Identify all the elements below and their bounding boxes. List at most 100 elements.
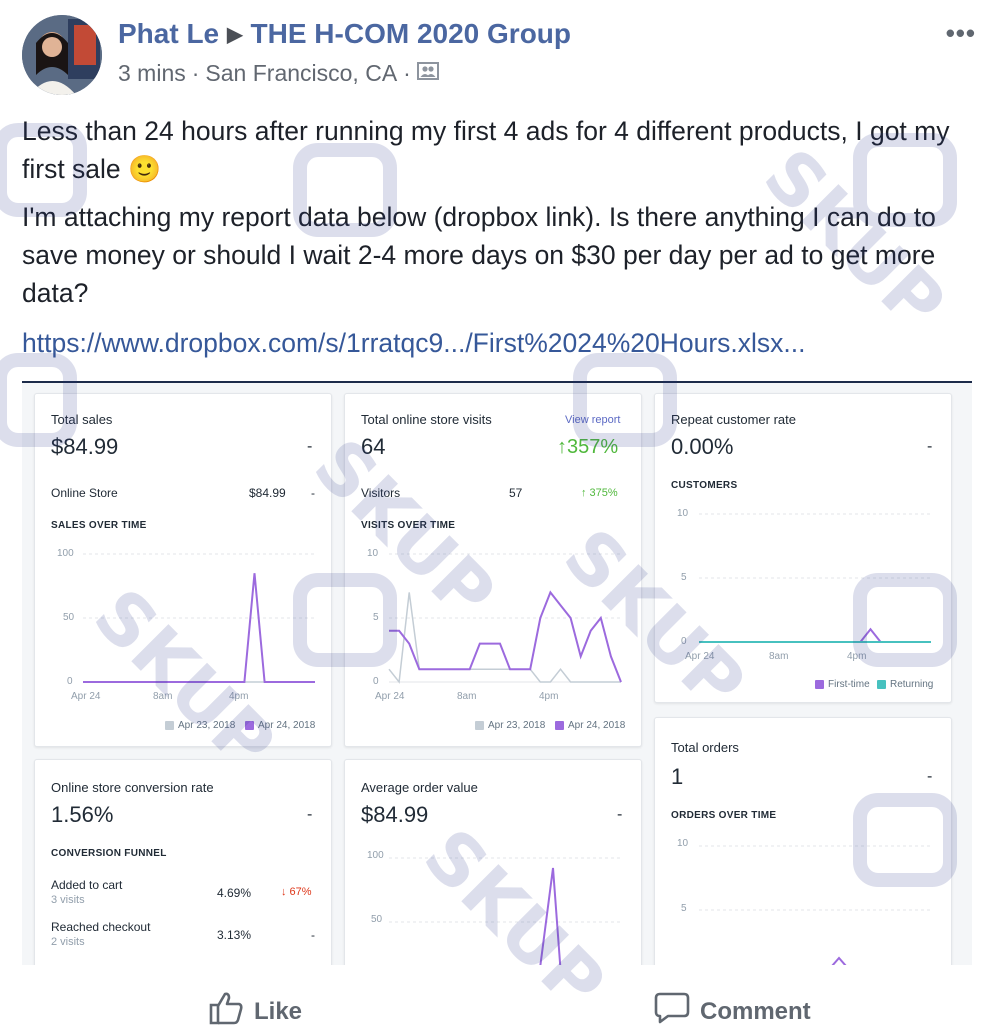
orders-chart	[699, 845, 931, 965]
dropbox-link[interactable]: https://www.dropbox.com/s/1rratqc9.../Fi…	[22, 328, 806, 359]
card-title: Total orders	[671, 740, 739, 755]
customers-chart	[699, 513, 931, 643]
visits-card: Total online store visits View report 64…	[344, 393, 642, 747]
section-label: VISITS OVER TIME	[361, 520, 456, 531]
funnel-label: Added to cart	[51, 878, 123, 892]
legend-returning: Returning	[877, 679, 933, 690]
comment-label: Comment	[700, 997, 811, 1025]
x-tick: 4pm	[539, 691, 559, 702]
view-report-link[interactable]: View report	[565, 414, 620, 426]
row-label: Visitors	[361, 486, 401, 500]
card-value: $84.99	[361, 802, 429, 827]
series-line-first-time	[699, 627, 931, 643]
caret-right-icon: ▶	[227, 23, 243, 46]
legend-prev: Apr 23, 2018	[475, 720, 545, 731]
card-title: Online store conversion rate	[51, 780, 214, 795]
funnel-label: Reached checkout	[51, 920, 151, 934]
card-title: Average order value	[361, 780, 478, 795]
card-dash: -	[617, 806, 623, 823]
section-label: ORDERS OVER TIME	[671, 810, 777, 821]
post-header-title: Phat Le ▶ THE H-COM 2020 Group	[118, 18, 571, 50]
post-body: Less than 24 hours after running my firs…	[22, 112, 972, 322]
legend-first-time: First-time	[815, 679, 870, 690]
conversion-rate-card: Online store conversion rate 1.56% - CON…	[34, 759, 332, 965]
aov-line	[539, 867, 562, 965]
row-dash: -	[311, 486, 315, 500]
group-audience-icon	[416, 60, 439, 87]
card-value: 1.56%	[51, 802, 114, 827]
group-name[interactable]: THE H-COM 2020 Group	[251, 18, 571, 50]
row-value: 57	[509, 486, 523, 500]
funnel-sub: 2 visits	[51, 936, 85, 948]
post-paragraph-1: Less than 24 hours after running my firs…	[22, 116, 950, 184]
funnel-value: 4.69%	[217, 886, 252, 900]
row-value: $84.99	[249, 486, 286, 500]
post-actions: Like Comment	[0, 965, 988, 1036]
y-tick: 50	[371, 914, 383, 925]
more-options-icon[interactable]: •••	[946, 18, 976, 49]
legend-curr: Apr 24, 2018	[245, 720, 315, 731]
x-tick: 8am	[769, 651, 789, 662]
y-tick: 5	[681, 903, 687, 914]
card-dash: -	[927, 768, 933, 785]
like-label: Like	[254, 997, 303, 1025]
row-change: ↑ 375%	[581, 487, 618, 499]
section-label: SALES OVER TIME	[51, 520, 147, 531]
thumbs-up-icon	[208, 991, 244, 1032]
x-tick: 8am	[457, 691, 477, 702]
post-meta: 3 mins · San Francisco, CA ·	[118, 60, 439, 87]
y-tick: 5	[681, 572, 687, 583]
x-tick: Apr 24	[685, 651, 715, 662]
post-paragraph-2: I'm attaching my report data below (drop…	[22, 202, 936, 308]
x-tick: 4pm	[229, 691, 249, 702]
card-dash: -	[307, 806, 313, 823]
y-tick: 10	[677, 508, 689, 519]
total-sales-card: Total sales $84.99 - Online Store $84.99…	[34, 393, 332, 747]
card-value: 1	[671, 764, 684, 789]
visits-over-time-chart	[388, 553, 622, 684]
orders-line	[831, 956, 847, 965]
average-order-card: Average order value $84.99 - 100 50	[344, 759, 642, 965]
report-screenshot[interactable]: Total sales $84.99 - Online Store $84.99…	[22, 383, 972, 965]
post-location[interactable]: San Francisco, CA	[205, 60, 397, 87]
y-tick: 5	[373, 612, 379, 623]
card-dash: -	[927, 438, 933, 455]
card-title: Repeat customer rate	[671, 412, 797, 427]
funnel-sub: 3 visits	[51, 894, 85, 906]
x-tick: 8am	[153, 691, 173, 702]
like-button[interactable]: Like	[208, 991, 302, 1032]
y-tick: 0	[681, 636, 687, 647]
funnel-value: 3.13%	[217, 928, 252, 942]
section-label: CUSTOMERS	[671, 480, 738, 491]
card-title: Total sales	[51, 412, 113, 427]
card-value: 0.00%	[671, 434, 734, 459]
card-value: $84.99	[51, 434, 119, 459]
aov-chart	[389, 857, 621, 965]
y-tick: 100	[57, 548, 74, 559]
x-tick: Apr 24	[71, 691, 101, 702]
legend-prev: Apr 23, 2018	[165, 720, 235, 731]
x-tick: 4pm	[847, 651, 867, 662]
y-tick: 0	[373, 676, 379, 687]
y-tick: 50	[63, 612, 75, 623]
row-label: Online Store	[51, 486, 118, 500]
legend-curr: Apr 24, 2018	[555, 720, 625, 731]
funnel-change: ↓ 67%	[281, 886, 312, 898]
card-value: 64	[361, 434, 386, 459]
post-time[interactable]: 3 mins	[118, 60, 186, 87]
card-change: ↑357%	[557, 436, 619, 458]
author-name[interactable]: Phat Le	[118, 18, 219, 50]
comment-button[interactable]: Comment	[654, 991, 811, 1032]
section-label: CONVERSION FUNNEL	[51, 848, 167, 859]
y-tick: 0	[67, 676, 73, 687]
author-avatar[interactable]	[22, 15, 102, 95]
y-tick: 100	[367, 850, 384, 861]
y-tick: 10	[367, 548, 379, 559]
total-orders-card: Total orders 1 - ORDERS OVER TIME 10 5	[654, 717, 952, 965]
repeat-customer-card: Repeat customer rate 0.00% - CUSTOMERS 1…	[654, 393, 952, 703]
x-tick: Apr 24	[375, 691, 405, 702]
y-tick: 10	[677, 838, 689, 849]
card-title: Total online store visits	[361, 412, 492, 427]
card-dash: -	[307, 438, 313, 455]
funnel-change: -	[311, 928, 315, 942]
